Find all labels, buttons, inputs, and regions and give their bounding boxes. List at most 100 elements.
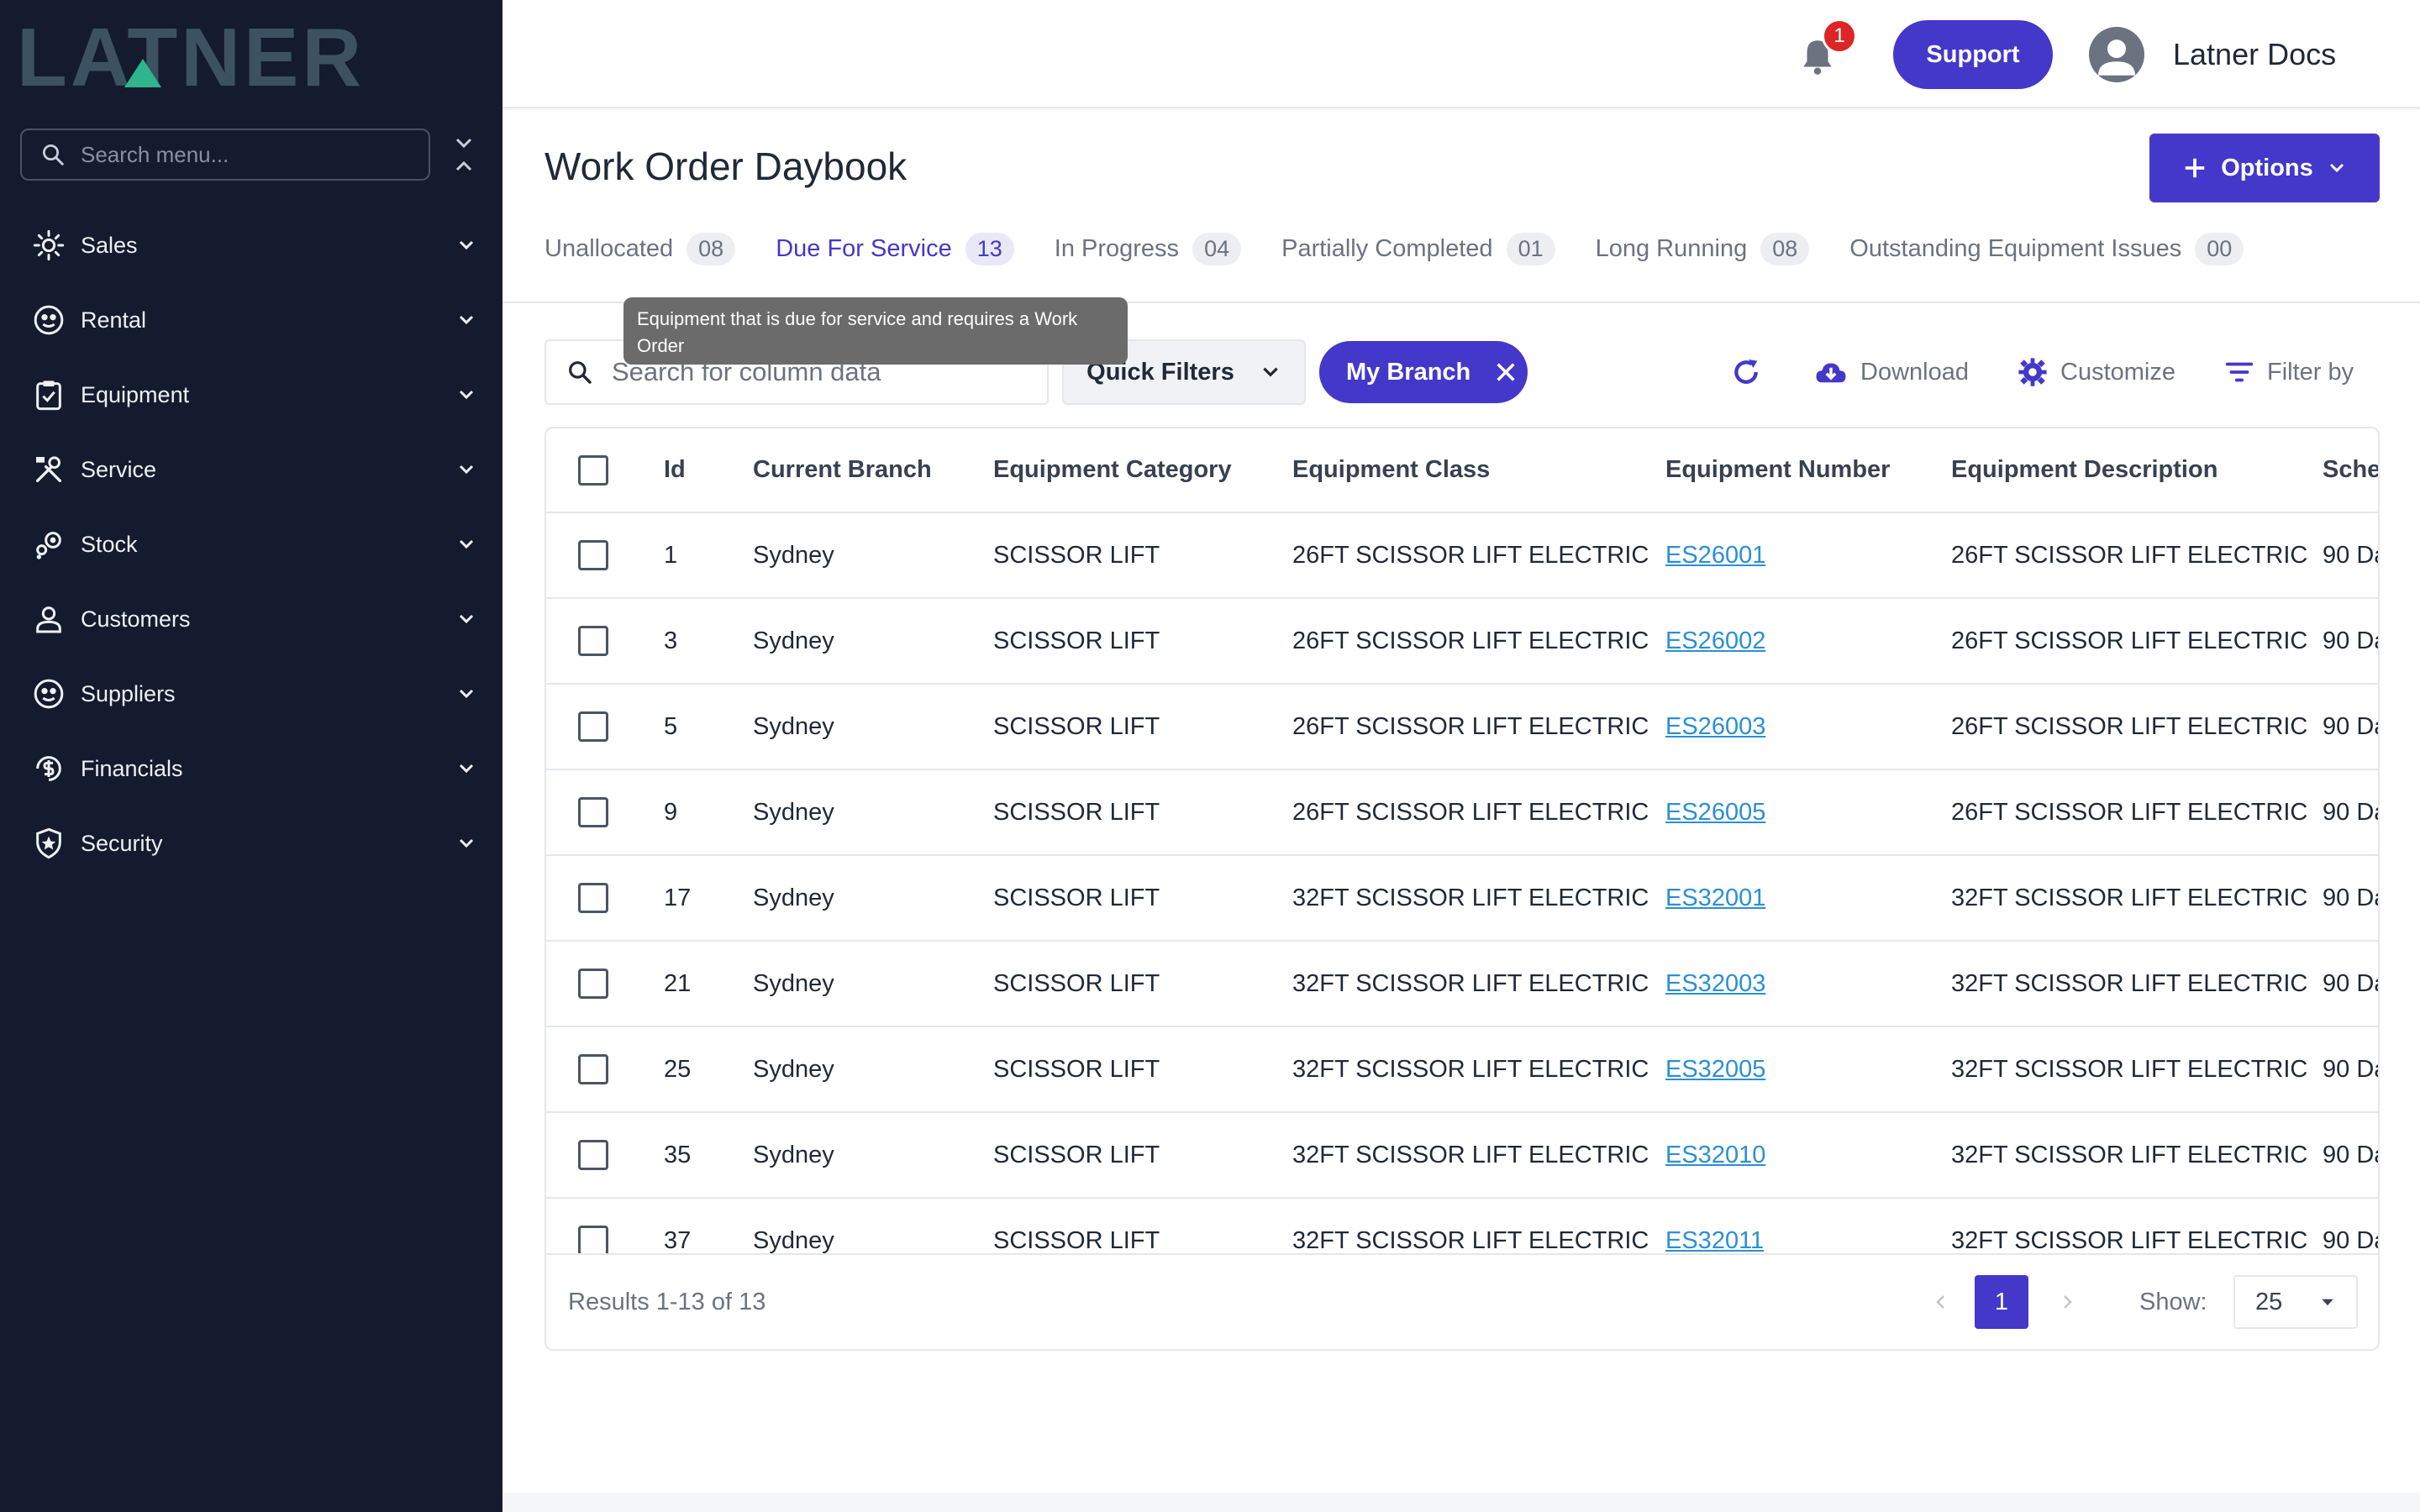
equipment-number-link[interactable]: ES32011: [1665, 1227, 1764, 1254]
sidebar-item-label: Stock: [81, 531, 138, 557]
sidebar-item-sales[interactable]: Sales: [30, 220, 479, 270]
select-all-checkbox[interactable]: [578, 454, 608, 486]
cell-id: 3: [664, 598, 753, 685]
row-checkbox[interactable]: [578, 1140, 608, 1170]
row-checkbox-cell: [546, 769, 664, 856]
table-row[interactable]: 21 Sydney SCISSOR LIFT 32FT SCISSOR LIFT EL…: [546, 941, 2378, 1027]
menu-search-box[interactable]: [20, 129, 430, 181]
equipment-number-link[interactable]: ES26003: [1665, 713, 1765, 740]
next-page-button[interactable]: [2050, 1285, 2084, 1319]
tab-label: Unallocated: [544, 235, 674, 262]
avatar[interactable]: [2089, 27, 2144, 82]
customize-label: Customize: [2060, 358, 2175, 386]
table-row[interactable]: 25 Sydney SCISSOR LIFT 32FT SCISSOR LIFT EL…: [546, 1026, 2378, 1113]
row-checkbox[interactable]: [578, 540, 608, 570]
column-header-equipment-number[interactable]: Equipment Number: [1665, 428, 1951, 513]
row-checkbox[interactable]: [578, 711, 608, 742]
cell-equipment-description: 26FT SCISSOR LIFT ELECTRIC: [1951, 512, 2323, 599]
sales-icon: [30, 227, 67, 264]
tab-long-running[interactable]: Long Running 08: [1596, 233, 1810, 265]
tab-count: 08: [1760, 233, 1810, 265]
chevron-right-icon: [2064, 1295, 2072, 1309]
column-header-equipment-class[interactable]: Equipment Class: [1292, 428, 1665, 513]
chevron-down-icon: [454, 457, 479, 482]
sidebar-item-equipment[interactable]: Equipment: [30, 370, 479, 420]
cell-equipment-description: 26FT SCISSOR LIFT ELECTRIC: [1951, 684, 2323, 770]
equipment-number-link[interactable]: ES32003: [1665, 970, 1765, 997]
cell-id: 17: [664, 855, 753, 942]
tab-outstanding-equipment-issues[interactable]: Outstanding Equipment Issues 00: [1849, 233, 2244, 265]
table-row[interactable]: 5 Sydney SCISSOR LIFT 26FT SCISSOR LIFT ELE…: [546, 684, 2378, 770]
tab-label: Long Running: [1595, 235, 1748, 262]
cell-schedule: 90 Da: [2323, 684, 2378, 770]
sidebar-item-security[interactable]: Security: [30, 818, 479, 869]
collapse-icon: [455, 138, 472, 171]
sidebar-item-customers[interactable]: Customers: [30, 594, 479, 644]
filter-label: Filter by: [2267, 358, 2354, 386]
latner-logo[interactable]: LATNER: [17, 18, 471, 94]
sidebar-item-label: Security: [81, 830, 163, 856]
equipment-number-link[interactable]: ES32010: [1665, 1142, 1765, 1168]
sidebar-item-rental[interactable]: Rental: [30, 295, 479, 345]
chevron-down-icon: [454, 382, 479, 407]
collapse-menu-button[interactable]: [449, 134, 479, 175]
tab-in-progress[interactable]: In Progress 04: [1054, 233, 1242, 265]
my-branch-filter-chip[interactable]: My Branch: [1319, 341, 1528, 403]
sidebar-item-stock[interactable]: Stock: [30, 519, 479, 570]
download-button[interactable]: Download: [1813, 349, 1969, 395]
menu-search-input[interactable]: [81, 141, 417, 168]
user-name[interactable]: Latner Docs: [2173, 37, 2336, 72]
tab-label: In Progress: [1054, 235, 1180, 262]
row-checkbox[interactable]: [578, 626, 608, 656]
table-row[interactable]: 17 Sydney SCISSOR LIFT 32FT SCISSOR LIFT EL…: [546, 855, 2378, 942]
shield-icon: [30, 825, 67, 862]
stock-icon: [30, 526, 67, 563]
row-checkbox-cell: [546, 1026, 664, 1113]
filter-by-button[interactable]: Filter by: [2223, 349, 2354, 395]
sidebar-item-suppliers[interactable]: Suppliers: [30, 669, 479, 719]
equipment-number-link[interactable]: ES32001: [1665, 885, 1765, 911]
table-row[interactable]: 1 Sydney SCISSOR LIFT 26FT SCISSOR LIFT ELE…: [546, 512, 2378, 599]
row-checkbox[interactable]: [578, 1226, 608, 1256]
row-checkbox[interactable]: [578, 883, 608, 913]
options-button[interactable]: Options: [2149, 134, 2380, 202]
tab-due-for-service[interactable]: Due For Service 13: [776, 233, 1014, 265]
column-header-equipment-category[interactable]: Equipment Category: [993, 428, 1292, 513]
customize-button[interactable]: Customize: [2017, 349, 2175, 395]
column-header-equipment-description[interactable]: Equipment Description: [1951, 428, 2323, 513]
page-size-select[interactable]: 25: [2233, 1275, 2358, 1329]
equipment-number-link[interactable]: ES26001: [1665, 542, 1765, 569]
cell-current-branch: Sydney: [753, 855, 993, 942]
prev-page-button[interactable]: [1924, 1285, 1958, 1319]
page-number-button[interactable]: 1: [1975, 1275, 2028, 1329]
table-row[interactable]: 3 Sydney SCISSOR LIFT 26FT SCISSOR LIFT ELE…: [546, 598, 2378, 685]
sidebar-item-service[interactable]: Service: [30, 444, 479, 495]
equipment-number-link[interactable]: ES26002: [1665, 627, 1765, 654]
cell-equipment-description: 32FT SCISSOR LIFT ELECTRIC: [1951, 941, 2323, 1027]
cloud-download-icon: [1816, 363, 1846, 383]
tab-partially-completed[interactable]: Partially Completed 01: [1281, 233, 1555, 265]
chevron-down-icon: [454, 532, 479, 557]
cell-equipment-category: SCISSOR LIFT: [993, 1026, 1292, 1113]
close-icon[interactable]: [1494, 360, 1518, 384]
column-header-schedule[interactable]: Sche: [2323, 428, 2378, 513]
row-checkbox[interactable]: [578, 797, 608, 827]
column-header-id[interactable]: Id: [664, 428, 753, 513]
cell-equipment-class: 32FT SCISSOR LIFT ELECTRIC: [1292, 1026, 1665, 1113]
row-checkbox[interactable]: [578, 969, 608, 999]
refresh-button[interactable]: [1729, 349, 1763, 395]
table-row[interactable]: 9 Sydney SCISSOR LIFT 26FT SCISSOR LIFT ELE…: [546, 769, 2378, 856]
table-row[interactable]: 35 Sydney SCISSOR LIFT 32FT SCISSOR LIFT EL…: [546, 1112, 2378, 1199]
sidebar-item-financials[interactable]: Financials: [30, 743, 479, 794]
column-header-current-branch[interactable]: Current Branch: [753, 428, 993, 513]
equipment-number-link[interactable]: ES26005: [1665, 799, 1765, 826]
tools-icon: [30, 451, 67, 488]
user-avatar-icon: [2098, 39, 2135, 76]
row-checkbox[interactable]: [578, 1054, 608, 1084]
equipment-number-link[interactable]: ES32005: [1665, 1056, 1765, 1083]
row-checkbox-cell: [546, 512, 664, 599]
tab-unallocated[interactable]: Unallocated 08: [544, 233, 736, 265]
table-header-row: Id Current Branch Equipment Category Equ…: [546, 428, 2378, 513]
tab-count: 13: [965, 233, 1014, 265]
support-button[interactable]: Support: [1893, 20, 2053, 89]
